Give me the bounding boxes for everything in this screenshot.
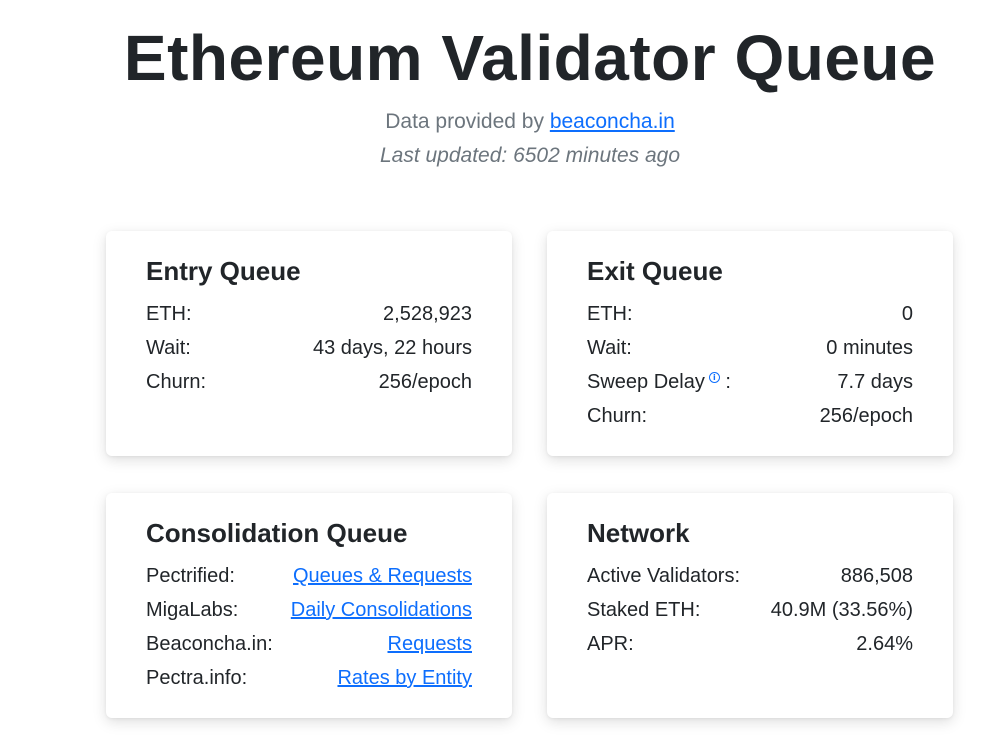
exit-sweep-delay-value: 7.7 days	[837, 371, 913, 393]
network-staked-eth-value: 40.9M (33.56%)	[770, 599, 913, 621]
consolidation-migalabs-row: MigaLabs: Daily Consolidations	[146, 593, 472, 627]
consolidation-queue-title: Consolidation Queue	[146, 518, 408, 548]
exit-wait-value: 0 minutes	[826, 337, 913, 359]
exit-churn-label: Churn:	[587, 405, 648, 427]
consolidation-beaconchain-row: Beaconcha.in: Requests	[146, 627, 472, 661]
entry-eth-value: 2,528,923	[383, 303, 472, 325]
entry-queue-card: Entry Queue ETH: 2,528,923 Wait: 43 days…	[106, 231, 512, 456]
data-provider-prefix: Data provided by	[385, 110, 550, 133]
entry-churn-label: Churn:	[146, 371, 207, 393]
network-staked-eth-label: Staked ETH:	[587, 599, 701, 621]
exit-sweep-delay-label: Sweep Delay	[587, 371, 705, 393]
info-icon[interactable]: i	[708, 372, 720, 383]
entry-wait-value: 43 days, 22 hours	[313, 337, 472, 359]
consolidation-migalabs-label: MigaLabs:	[146, 599, 239, 621]
exit-sweep-delay-row: Sweep Delay i : 7.7 days	[587, 365, 913, 399]
network-apr-label: APR:	[587, 633, 634, 655]
consolidation-beaconchain-label: Beaconcha.in:	[146, 633, 273, 655]
consolidation-pectra-label: Pectra.info:	[146, 667, 248, 689]
network-staked-eth-row: Staked ETH: 40.9M (33.56%)	[587, 593, 913, 627]
queues-requests-link[interactable]: Queues & Requests	[293, 559, 472, 593]
entry-churn-row: Churn: 256/epoch	[146, 365, 472, 399]
daily-consolidations-link[interactable]: Daily Consolidations	[291, 593, 472, 627]
entry-eth-label: ETH:	[146, 303, 192, 325]
exit-wait-label: Wait:	[587, 337, 632, 359]
network-title: Network	[587, 518, 690, 548]
consolidation-pectrified-label: Pectrified:	[146, 565, 235, 587]
exit-wait-row: Wait: 0 minutes	[587, 331, 913, 365]
consolidation-pectra-row: Pectra.info: Rates by Entity	[146, 661, 472, 695]
beaconcha-link[interactable]: beaconcha.in	[550, 110, 675, 133]
exit-churn-row: Churn: 256/epoch	[587, 399, 913, 433]
exit-queue-card: Exit Queue ETH: 0 Wait: 0 minutes Sweep …	[547, 231, 953, 456]
entry-wait-row: Wait: 43 days, 22 hours	[146, 331, 472, 365]
network-active-validators-value: 886,508	[840, 565, 913, 587]
page-title: Ethereum Validator Queue	[123, 22, 937, 94]
exit-sweep-delay-colon: :	[719, 371, 731, 393]
exit-churn-value: 256/epoch	[819, 405, 913, 427]
network-apr-value: 2.64%	[856, 633, 913, 655]
rates-by-entity-link[interactable]: Rates by Entity	[337, 661, 472, 695]
network-apr-row: APR: 2.64%	[587, 627, 913, 661]
network-active-validators-row: Active Validators: 886,508	[587, 559, 913, 593]
data-provider-line: Data provided by beaconcha.in	[0, 110, 1008, 134]
entry-queue-title: Entry Queue	[146, 256, 301, 286]
entry-churn-value: 256/epoch	[378, 371, 472, 393]
exit-eth-row: ETH: 0	[587, 297, 913, 331]
exit-queue-title: Exit Queue	[587, 256, 723, 286]
entry-eth-row: ETH: 2,528,923	[146, 297, 472, 331]
consolidation-queue-card: Consolidation Queue Pectrified: Queues &…	[106, 493, 512, 718]
exit-eth-label: ETH:	[587, 303, 633, 325]
last-updated-text: Last updated: 6502 minutes ago	[379, 144, 681, 167]
network-card: Network Active Validators: 886,508 Stake…	[547, 493, 953, 718]
exit-eth-value: 0	[901, 303, 913, 325]
page: Ethereum Validator Queue Data provided b…	[0, 0, 1008, 745]
network-active-validators-label: Active Validators:	[587, 565, 741, 587]
requests-link[interactable]: Requests	[388, 627, 473, 661]
exit-sweep-delay-label-wrap: Sweep Delay i :	[587, 365, 731, 399]
entry-wait-label: Wait:	[146, 337, 191, 359]
consolidation-pectrified-row: Pectrified: Queues & Requests	[146, 559, 472, 593]
